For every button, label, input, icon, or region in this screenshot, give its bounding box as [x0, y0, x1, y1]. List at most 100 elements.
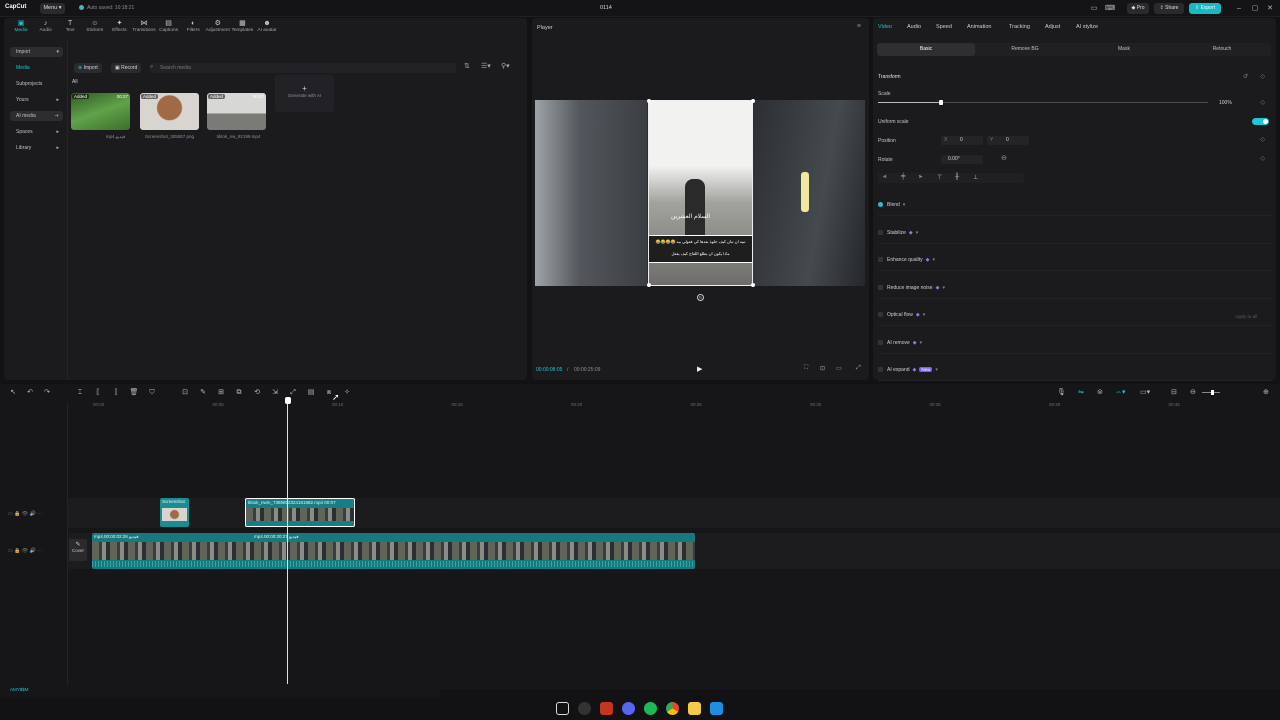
ai-magic-icon[interactable]: ✧ — [342, 388, 352, 398]
section-ai-remove[interactable]: AI remove ◆ ▾ — [878, 339, 922, 346]
prop-tab-adjust[interactable]: Adjust — [1045, 24, 1060, 30]
zoom-in-icon[interactable]: ⊕ — [1263, 388, 1269, 396]
tiktok-clip[interactable]: tiktok_nwm_7385852324161982.mp4 00:07 — [245, 498, 355, 527]
resize-icon[interactable]: ⇲ — [270, 388, 280, 398]
play-icon[interactable]: ▶ — [697, 365, 702, 373]
keyframe-icon[interactable]: ◇ — [1260, 99, 1265, 106]
resize-handle[interactable] — [647, 99, 651, 103]
section-optical-flow[interactable]: Optical flow ◆ ▾ — [878, 312, 925, 318]
capcut-taskbar-icon[interactable] — [556, 702, 569, 715]
magnet-icon[interactable]: ⇋ — [1078, 388, 1084, 396]
section-checkbox[interactable] — [878, 312, 883, 317]
ratio-icon[interactable]: ▭ — [836, 365, 842, 372]
align-top-icon[interactable]: ⊤ — [937, 174, 942, 181]
select-icon[interactable]: ↖ — [8, 388, 18, 398]
filter-icon[interactable]: ⚲▾ — [501, 62, 510, 70]
resize-handle[interactable] — [751, 99, 755, 103]
section-checkbox[interactable] — [878, 367, 883, 372]
keyframe-icon[interactable]: ◇ — [1260, 136, 1265, 143]
crop-icon[interactable]: ⊡ — [180, 388, 190, 398]
section-enhance-quality[interactable]: Enhance quality ◆ ▾ — [878, 257, 935, 263]
brave-taskbar-icon[interactable] — [600, 702, 613, 715]
section-checkbox[interactable] — [878, 339, 883, 345]
spotify-taskbar-icon[interactable] — [644, 702, 657, 715]
tab-audio[interactable]: ♪ Audio — [33, 20, 59, 38]
maximize-icon[interactable]: ▢ — [1249, 3, 1261, 14]
fit-icon[interactable]: ⊟ — [1171, 388, 1177, 396]
microphone-icon[interactable]: 🎙 — [1057, 388, 1066, 396]
caption-icon[interactable]: ▭▾ — [1140, 388, 1150, 396]
undo-icon[interactable]: ↶ — [25, 388, 35, 398]
sidebar-item-yours[interactable]: Yours ▸ — [10, 95, 63, 105]
edit-icon[interactable]: ✎ — [198, 388, 208, 398]
tab-ai-avatar[interactable]: ☻ AI avatar — [254, 20, 280, 38]
rotate-handle-icon[interactable]: ↻ — [697, 294, 704, 301]
subtitle-icon[interactable]: ▤ — [306, 388, 316, 398]
sidebar-item-spaces[interactable]: Spaces ▸ — [10, 127, 63, 137]
keyboard-icon[interactable]: ⌨ — [1104, 3, 1116, 14]
tab-text[interactable]: T Text — [57, 20, 83, 38]
prop-tab-audio[interactable]: Audio — [907, 24, 921, 30]
close-icon[interactable]: ✕ — [1264, 3, 1276, 14]
import-button[interactable]: ⊕ Import — [74, 63, 102, 73]
menu-button[interactable]: Menu ▾ — [40, 3, 65, 14]
scale-slider[interactable] — [878, 100, 1208, 105]
subtab-mask[interactable]: Mask — [1075, 43, 1173, 56]
sidebar-item-subprojects[interactable]: Subprojects — [10, 79, 63, 89]
align-bottom-icon[interactable]: ⊥ — [973, 174, 978, 181]
foreground-video[interactable]: السلام العشرين 😂😂😂😂 تبيه ان تبان كيف حلو… — [648, 100, 753, 286]
sidebar-item-media[interactable]: Media — [10, 63, 63, 73]
hamburger-icon[interactable]: ≡ — [857, 23, 861, 30]
reset-icon[interactable]: ↺ — [1243, 73, 1248, 80]
cover-button[interactable]: ✎ Cover — [69, 539, 87, 561]
windows-start-icon[interactable] — [710, 702, 723, 715]
playhead-line[interactable] — [287, 404, 288, 684]
section-ai-expand[interactable]: AI expand ◆ New ▾ — [878, 367, 938, 373]
media-item-field-video[interactable]: Added 00:27 — [71, 93, 130, 130]
tab-filters[interactable]: ◐ Filters — [180, 20, 206, 38]
section-blend[interactable]: Blend ▾ — [878, 202, 905, 208]
search-input[interactable]: Search media — [150, 63, 456, 73]
tab-transitions[interactable]: ⋈ Transitions — [131, 20, 157, 38]
sidebar-item-import[interactable]: Import ▾ — [10, 47, 63, 57]
main-video-clip[interactable]: mp4.فيديو 00:00:02:26 mp4.فيديو 00:00:20… — [92, 533, 695, 569]
sidebar-item-library[interactable]: Library ▸ — [10, 143, 63, 153]
align-left-icon[interactable]: ⫷ — [883, 174, 886, 181]
section-checkbox[interactable] — [878, 257, 883, 262]
obs-taskbar-icon[interactable] — [578, 702, 591, 715]
section-checkbox[interactable] — [878, 284, 883, 290]
filter-all[interactable]: All — [72, 79, 78, 85]
tab-templates[interactable]: ▦ Templates — [229, 20, 255, 38]
prop-tab-ai-stylize[interactable]: AI stylize — [1076, 24, 1098, 30]
pro-button[interactable]: ◆ Pro — [1127, 3, 1149, 14]
minimize-icon[interactable]: – — [1233, 3, 1245, 14]
keyframe-icon[interactable]: ◇ — [1260, 155, 1265, 162]
subtab-retouch[interactable]: Retouch — [1173, 43, 1271, 56]
section-checkbox[interactable] — [878, 202, 883, 207]
split-icon[interactable]: ⌶ — [75, 388, 85, 398]
scale-value[interactable]: 100% — [1219, 100, 1232, 106]
duplicate-icon[interactable]: ⧉ — [234, 388, 244, 398]
section-reduce-image-noise[interactable]: Reduce image noise ◆ ▾ — [878, 284, 945, 291]
rotate-flip-icon[interactable]: ⊖ — [1001, 154, 1007, 162]
align-right-icon[interactable]: ⫸ — [919, 174, 922, 181]
share-button[interactable]: ⇪ Share — [1154, 3, 1184, 14]
screenshot-clip[interactable]: Screenshot — [160, 498, 189, 527]
sort-icon[interactable]: ⇅ — [464, 62, 470, 70]
resize-handle[interactable] — [751, 283, 755, 287]
section-stabilize[interactable]: Stabilize ◆ ▾ — [878, 229, 918, 236]
position-x-field[interactable]: X 0 — [941, 136, 983, 145]
subtab-basic[interactable]: Basic — [877, 43, 975, 56]
track-controls-icon[interactable]: ▭ 🔒 👁 🔊 ⋯ — [8, 548, 42, 554]
reverse-icon[interactable]: ⟲ — [252, 388, 262, 398]
discord-taskbar-icon[interactable] — [622, 702, 635, 715]
crop-icon[interactable]: ⛶ — [804, 365, 808, 372]
zoom-slider[interactable] — [1202, 390, 1220, 395]
scale-slider-handle[interactable] — [938, 100, 943, 105]
tab-effects[interactable]: ✦ Effects — [106, 20, 132, 38]
file-explorer-taskbar-icon[interactable] — [688, 702, 701, 715]
prop-tab-speed[interactable]: Speed — [936, 24, 952, 30]
fullscreen-icon[interactable]: ⤢ — [856, 365, 861, 372]
tab-captions[interactable]: ▤ Captions — [156, 20, 182, 38]
freeze-icon[interactable]: ⊞ — [216, 388, 226, 398]
